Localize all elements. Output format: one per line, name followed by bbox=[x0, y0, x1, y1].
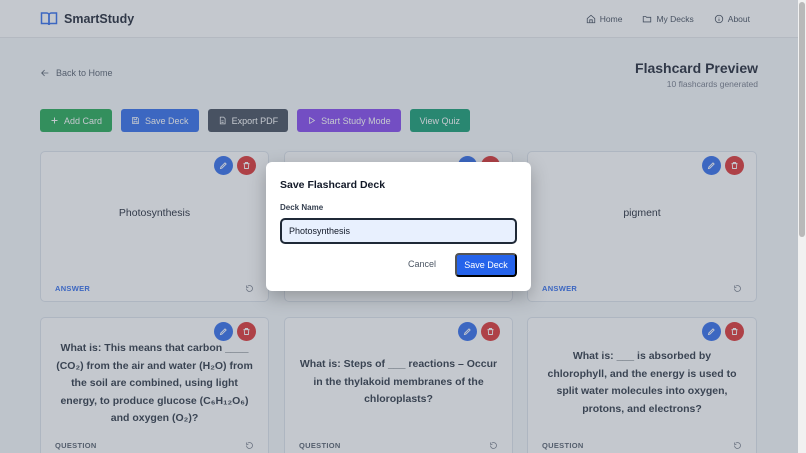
deck-name-label: Deck Name bbox=[280, 203, 324, 212]
save-deck-modal: Save Flashcard Deck Deck Name Cancel Sav… bbox=[266, 162, 531, 291]
modal-title: Save Flashcard Deck bbox=[280, 179, 386, 191]
modal-save-deck-button[interactable]: Save Deck bbox=[455, 253, 517, 277]
cancel-button[interactable]: Cancel bbox=[408, 259, 436, 269]
scrollbar[interactable] bbox=[798, 0, 806, 453]
scrollbar-thumb[interactable] bbox=[799, 2, 805, 237]
deck-name-input[interactable] bbox=[280, 218, 517, 244]
